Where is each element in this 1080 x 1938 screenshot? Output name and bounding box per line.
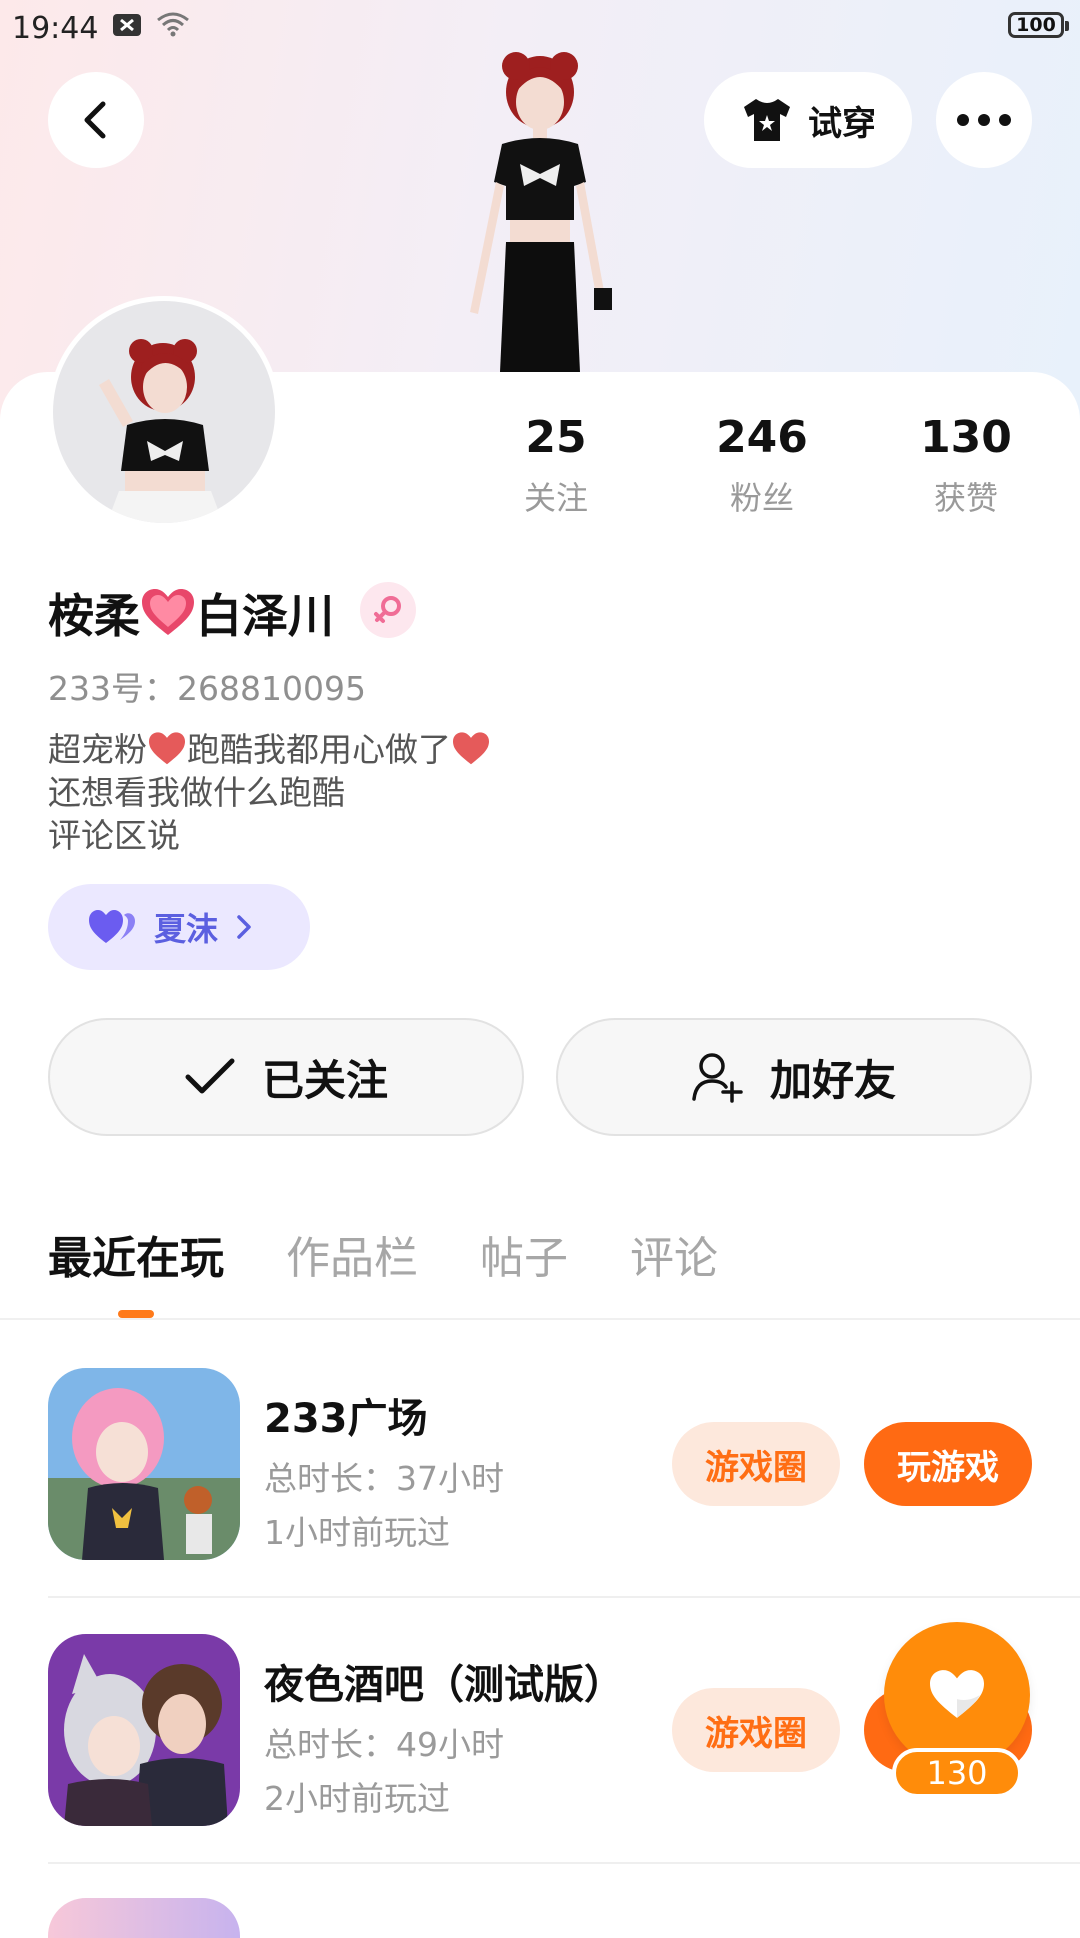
game-circle-button[interactable]: 游戏圈 <box>672 1422 840 1506</box>
game-last-played: 2小时前玩过 <box>264 1779 450 1818</box>
followed-label: 已关注 <box>261 1055 388 1105</box>
followed-button[interactable]: 已关注 <box>48 1018 524 1136</box>
status-time: 19:44 <box>12 10 99 46</box>
status-bar: 19:44 <box>12 6 190 50</box>
tab-indicator <box>118 1310 154 1318</box>
try-on-button[interactable]: 试穿 <box>704 72 912 168</box>
avatar[interactable] <box>48 296 280 528</box>
gender-badge <box>360 582 416 638</box>
profile-tabs: 最近在玩 作品栏 帖子 评论 <box>48 1222 718 1286</box>
divider <box>0 1318 1080 1320</box>
stat-value: 246 <box>716 412 808 463</box>
divider <box>48 1596 1080 1598</box>
game-item[interactable]: 233广场 总时长：37小时 1小时前玩过 游戏圈 玩游戏 <box>48 1368 1032 1562</box>
bio-line-1: 超宠粉 跑酷我都用心做了 <box>48 728 491 771</box>
relationship-tag[interactable]: 夏沫 <box>48 884 310 970</box>
add-friend-label: 加好友 <box>769 1055 896 1105</box>
stat-label: 获赞 <box>933 479 998 517</box>
more-dots-icon <box>957 114 1011 126</box>
battery-indicator: 100 <box>1008 12 1069 38</box>
like-count: 130 <box>892 1748 1022 1798</box>
stat-value: 130 <box>920 412 1012 463</box>
tshirt-icon <box>744 99 790 141</box>
tab-comments[interactable]: 评论 <box>630 1222 718 1286</box>
stat-label: 粉丝 <box>729 479 794 517</box>
profile-name: 桉柔 白泽川 <box>48 580 334 646</box>
female-icon <box>374 596 401 623</box>
add-user-icon <box>692 1053 743 1103</box>
user-id: 233号：268810095 <box>48 669 366 708</box>
tab-works[interactable]: 作品栏 <box>286 1222 418 1286</box>
stat-following[interactable]: 25 关注 <box>456 412 656 519</box>
bio: 超宠粉 跑酷我都用心做了 还想看我做什么跑酷 评论区说 <box>48 728 491 857</box>
bio-line-3: 评论区说 <box>48 816 180 855</box>
check-icon <box>185 1058 235 1094</box>
divider <box>48 1862 1080 1864</box>
game-icon <box>48 1898 240 1938</box>
stat-label: 关注 <box>523 479 588 517</box>
heart-emoji-icon <box>142 589 194 635</box>
tab-posts[interactable]: 帖子 <box>480 1222 568 1286</box>
add-friend-button[interactable]: 加好友 <box>556 1018 1032 1136</box>
wifi-icon <box>156 10 190 46</box>
chevron-left-icon <box>84 101 106 139</box>
back-button[interactable] <box>48 72 144 168</box>
more-button[interactable] <box>936 72 1032 168</box>
try-on-label: 试穿 <box>808 103 876 144</box>
game-duration: 总时长：37小时 <box>264 1459 504 1498</box>
stat-fans[interactable]: 246 粉丝 <box>662 412 862 519</box>
game-icon <box>48 1368 240 1560</box>
game-item[interactable]: 夜色酒吧（测试版） 总时长：49小时 2小时前玩过 游戏圈 <box>48 1634 1032 1828</box>
chevron-right-icon <box>237 915 251 939</box>
game-last-played: 1小时前玩过 <box>264 1513 450 1552</box>
notification-icon <box>112 11 142 46</box>
heart-icon <box>930 1670 984 1718</box>
relationship-name: 夏沫 <box>154 910 219 948</box>
avatar-figure <box>470 52 612 372</box>
like-floating-button[interactable] <box>884 1622 1030 1768</box>
play-game-button[interactable]: 玩游戏 <box>864 1422 1032 1506</box>
red-heart-icon <box>149 732 185 765</box>
stat-value: 25 <box>525 412 587 463</box>
double-heart-icon <box>89 910 135 943</box>
avatar-image <box>99 339 223 523</box>
game-icon <box>48 1634 240 1826</box>
name-part-2: 白泽川 <box>196 589 334 643</box>
red-heart-icon <box>453 732 489 765</box>
game-title: 夜色酒吧（测试版） <box>264 1662 624 1708</box>
bio-line-2: 还想看我做什么跑酷 <box>48 773 345 812</box>
tab-recent-games[interactable]: 最近在玩 <box>48 1222 224 1286</box>
game-duration: 总时长：49小时 <box>264 1725 504 1764</box>
game-title: 233广场 <box>264 1396 428 1442</box>
stat-likes[interactable]: 130 获赞 <box>866 412 1066 519</box>
game-circle-button[interactable]: 游戏圈 <box>672 1688 840 1772</box>
name-part-1: 桉柔 <box>48 589 140 643</box>
